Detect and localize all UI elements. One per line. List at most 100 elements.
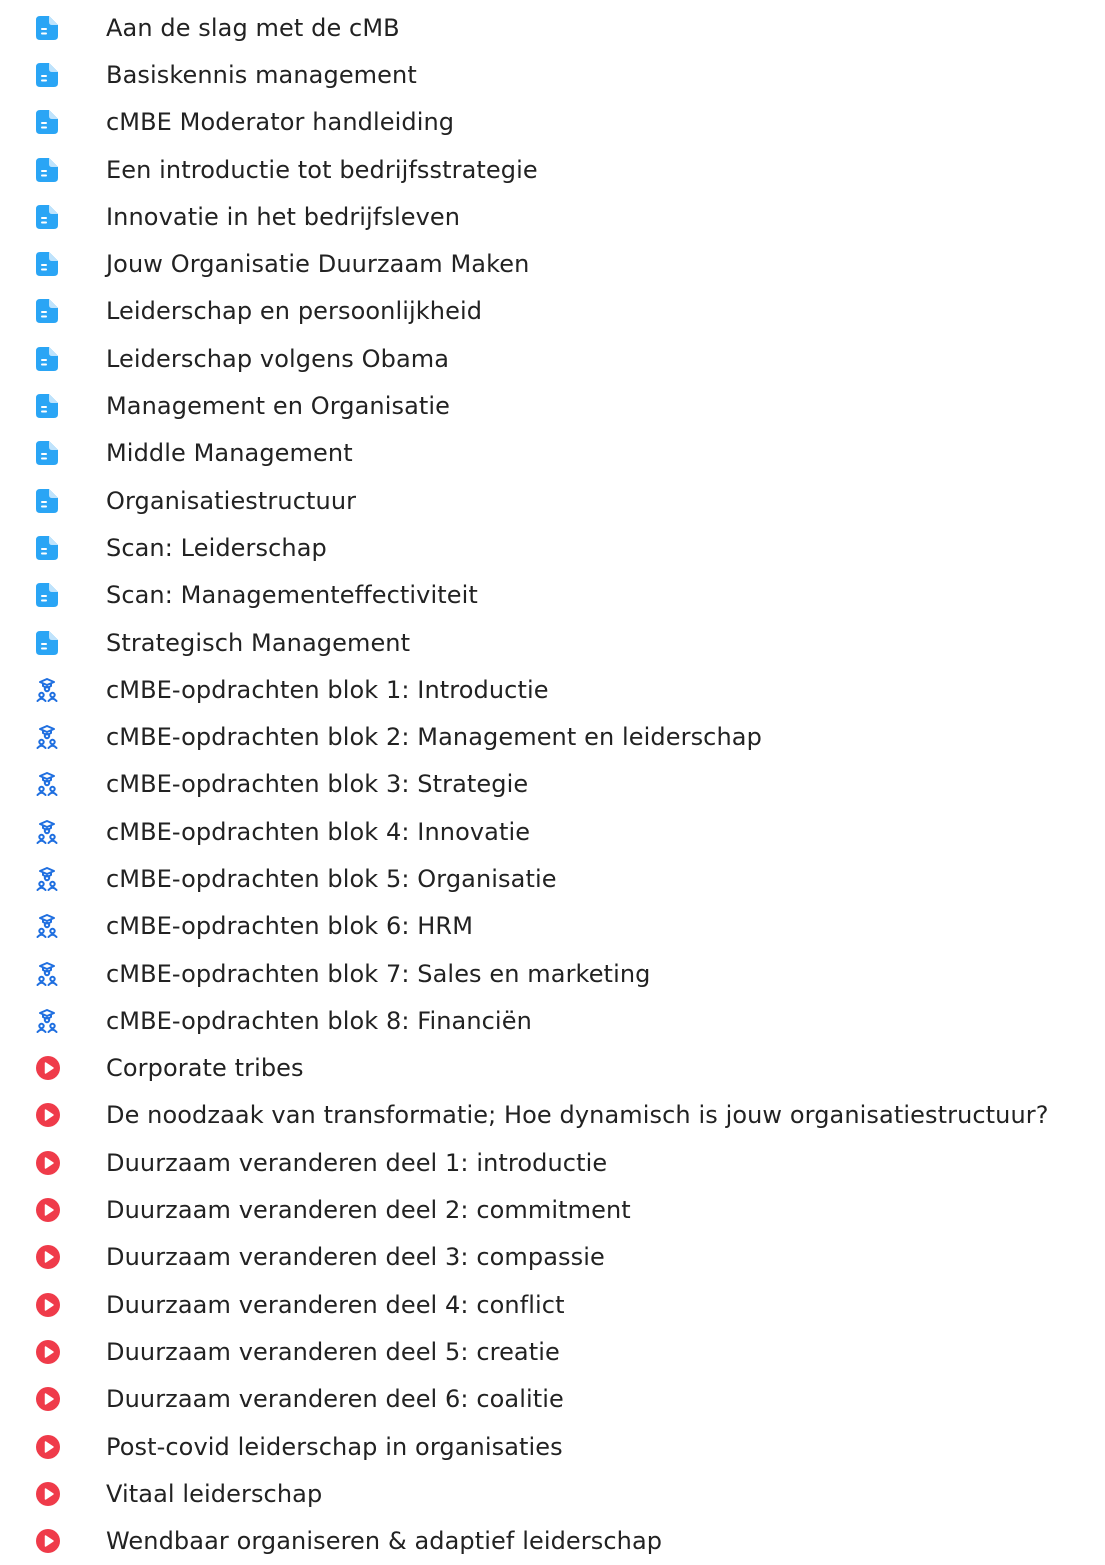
list-item-video[interactable]: Duurzaam veranderen deel 1: introductie	[0, 1139, 1105, 1186]
list-item-label: cMBE-opdrachten blok 4: Innovatie	[106, 817, 531, 846]
list-item-assignment[interactable]: cMBE-opdrachten blok 4: Innovatie	[0, 808, 1105, 855]
list-item-label: Aan de slag met de cMB	[106, 13, 400, 42]
list-item-label: Duurzaam veranderen deel 4: conflict	[106, 1290, 565, 1319]
list-item-label: Duurzaam veranderen deel 5: creatie	[106, 1337, 560, 1366]
list-item-label: Basiskennis management	[106, 60, 417, 89]
list-item-assignment[interactable]: cMBE-opdrachten blok 2: Management en le…	[0, 713, 1105, 760]
list-item-document[interactable]: Aan de slag met de cMB	[0, 4, 1105, 51]
play-icon	[36, 1292, 70, 1318]
play-icon	[36, 1197, 70, 1223]
play-icon	[36, 1102, 70, 1128]
list-item-label: cMBE-opdrachten blok 3: Strategie	[106, 770, 529, 799]
list-item-label: Duurzaam veranderen deel 1: introductie	[106, 1148, 608, 1177]
list-item-label: cMBE Moderator handleiding	[106, 108, 455, 137]
document-icon	[36, 440, 70, 466]
group-graduation-icon	[36, 819, 70, 845]
list-item-label: Scan: Leiderschap	[106, 533, 327, 562]
list-item-label: Strategisch Management	[106, 628, 411, 657]
document-icon	[36, 630, 70, 656]
document-icon	[36, 582, 70, 608]
list-item-video[interactable]: Duurzaam veranderen deel 4: conflict	[0, 1281, 1105, 1328]
document-icon	[36, 157, 70, 183]
list-item-assignment[interactable]: cMBE-opdrachten blok 3: Strategie	[0, 761, 1105, 808]
list-item-video[interactable]: De noodzaak van transformatie; Hoe dynam…	[0, 1092, 1105, 1139]
list-item-label: cMBE-opdrachten blok 6: HRM	[106, 912, 474, 941]
list-item-document[interactable]: Organisatiestructuur	[0, 477, 1105, 524]
list-item-label: Management en Organisatie	[106, 392, 451, 421]
play-icon	[36, 1528, 70, 1554]
list-item-label: Duurzaam veranderen deel 6: coalitie	[106, 1385, 564, 1414]
list-item-label: Jouw Organisatie Duurzaam Maken	[106, 250, 530, 279]
document-icon	[36, 488, 70, 514]
document-icon	[36, 15, 70, 41]
list-item-document[interactable]: Scan: Leiderschap	[0, 524, 1105, 571]
list-item-document[interactable]: Basiskennis management	[0, 51, 1105, 98]
play-icon	[36, 1244, 70, 1270]
document-icon	[36, 393, 70, 419]
list-item-label: Scan: Managementeffectiviteit	[106, 581, 478, 610]
list-item-video[interactable]: Duurzaam veranderen deel 6: coalitie	[0, 1376, 1105, 1423]
play-icon	[36, 1150, 70, 1176]
list-item-video[interactable]: Wendbaar organiseren & adaptief leidersc…	[0, 1518, 1105, 1565]
list-item-document[interactable]: Strategisch Management	[0, 619, 1105, 666]
list-item-label: Een introductie tot bedrijfsstrategie	[106, 155, 538, 184]
list-item-label: Wendbaar organiseren & adaptief leidersc…	[106, 1527, 663, 1556]
list-item-label: Vitaal leiderschap	[106, 1479, 323, 1508]
list-item-label: De noodzaak van transformatie; Hoe dynam…	[106, 1101, 1049, 1130]
play-icon	[36, 1434, 70, 1460]
list-item-assignment[interactable]: cMBE-opdrachten blok 5: Organisatie	[0, 855, 1105, 902]
document-icon	[36, 298, 70, 324]
content-list: Aan de slag met de cMB Basiskennis manage…	[0, 0, 1105, 1565]
document-icon	[36, 346, 70, 372]
document-icon	[36, 535, 70, 561]
play-icon	[36, 1339, 70, 1365]
list-item-label: Innovatie in het bedrijfsleven	[106, 202, 461, 231]
list-item-video[interactable]: Corporate tribes	[0, 1045, 1105, 1092]
list-item-video[interactable]: Vitaal leiderschap	[0, 1470, 1105, 1517]
group-graduation-icon	[36, 724, 70, 750]
list-item-video[interactable]: Duurzaam veranderen deel 3: compassie	[0, 1234, 1105, 1281]
list-item-document[interactable]: Middle Management	[0, 430, 1105, 477]
list-item-assignment[interactable]: cMBE-opdrachten blok 6: HRM	[0, 903, 1105, 950]
group-graduation-icon	[36, 771, 70, 797]
play-icon	[36, 1055, 70, 1081]
list-item-label: cMBE-opdrachten blok 8: Financiën	[106, 1006, 532, 1035]
list-item-document[interactable]: Een introductie tot bedrijfsstrategie	[0, 146, 1105, 193]
list-item-document[interactable]: Leiderschap en persoonlijkheid	[0, 288, 1105, 335]
play-icon	[36, 1386, 70, 1412]
list-item-document[interactable]: cMBE Moderator handleiding	[0, 99, 1105, 146]
list-item-assignment[interactable]: cMBE-opdrachten blok 1: Introductie	[0, 666, 1105, 713]
list-item-document[interactable]: Scan: Managementeffectiviteit	[0, 572, 1105, 619]
document-icon	[36, 62, 70, 88]
list-item-video[interactable]: Duurzaam veranderen deel 5: creatie	[0, 1328, 1105, 1375]
list-item-document[interactable]: Jouw Organisatie Duurzaam Maken	[0, 240, 1105, 287]
document-icon	[36, 109, 70, 135]
list-item-label: Organisatiestructuur	[106, 486, 357, 515]
group-graduation-icon	[36, 677, 70, 703]
list-item-document[interactable]: Leiderschap volgens Obama	[0, 335, 1105, 382]
list-item-label: Post-covid leiderschap in organisaties	[106, 1432, 563, 1461]
list-item-document[interactable]: Innovatie in het bedrijfsleven	[0, 193, 1105, 240]
list-item-label: Middle Management	[106, 439, 353, 468]
list-item-label: Leiderschap volgens Obama	[106, 344, 450, 373]
group-graduation-icon	[36, 913, 70, 939]
list-item-label: cMBE-opdrachten blok 1: Introductie	[106, 675, 549, 704]
group-graduation-icon	[36, 961, 70, 987]
list-item-label: Corporate tribes	[106, 1054, 304, 1083]
list-item-video[interactable]: Post-covid leiderschap in organisaties	[0, 1423, 1105, 1470]
group-graduation-icon	[36, 1008, 70, 1034]
list-item-label: cMBE-opdrachten blok 5: Organisatie	[106, 864, 557, 893]
play-icon	[36, 1481, 70, 1507]
document-icon	[36, 251, 70, 277]
list-item-video[interactable]: Duurzaam veranderen deel 2: commitment	[0, 1186, 1105, 1233]
list-item-label: cMBE-opdrachten blok 7: Sales en marketi…	[106, 959, 651, 988]
list-item-document[interactable]: Management en Organisatie	[0, 382, 1105, 429]
group-graduation-icon	[36, 866, 70, 892]
list-item-label: Leiderschap en persoonlijkheid	[106, 297, 483, 326]
list-item-label: Duurzaam veranderen deel 3: compassie	[106, 1243, 605, 1272]
list-item-assignment[interactable]: cMBE-opdrachten blok 8: Financiën	[0, 997, 1105, 1044]
list-item-assignment[interactable]: cMBE-opdrachten blok 7: Sales en marketi…	[0, 950, 1105, 997]
list-item-label: Duurzaam veranderen deel 2: commitment	[106, 1196, 631, 1225]
list-item-label: cMBE-opdrachten blok 2: Management en le…	[106, 723, 762, 752]
document-icon	[36, 204, 70, 230]
